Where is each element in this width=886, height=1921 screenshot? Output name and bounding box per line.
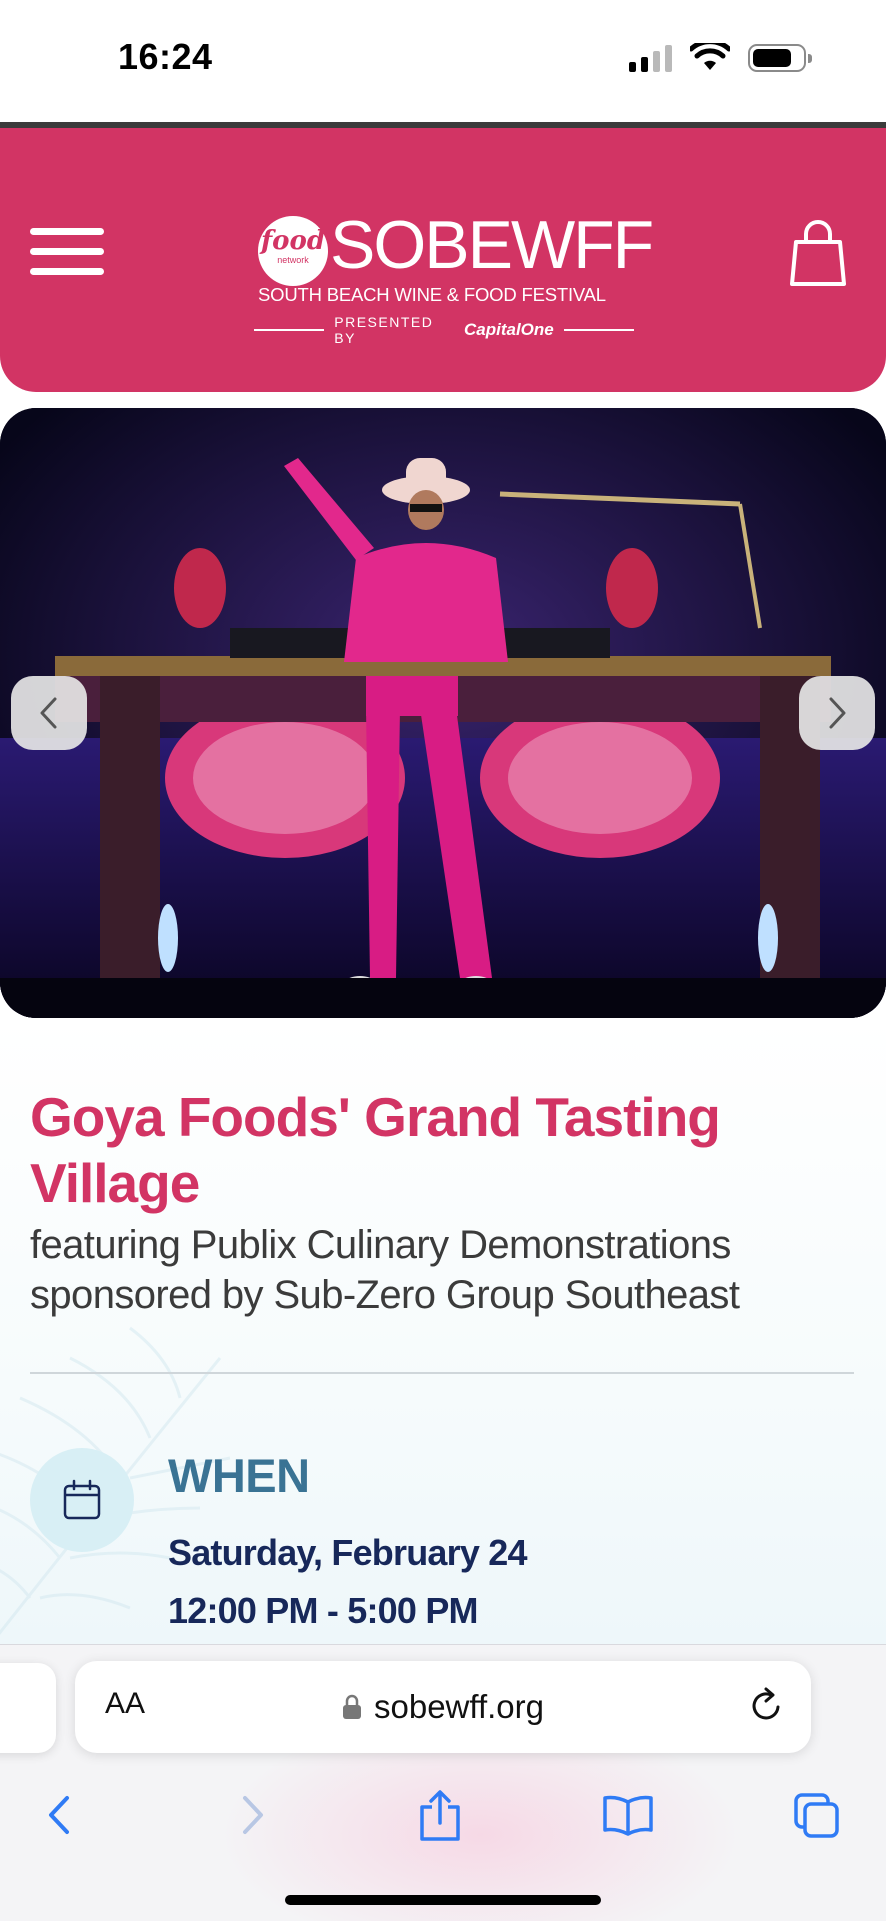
- sponsor-logo: CapitalOne: [464, 320, 554, 339]
- url-text: sobewff.org: [374, 1688, 544, 1725]
- logo-tagline: SOUTH BEACH WINE & FOOD FESTIVAL: [258, 284, 606, 305]
- event-title: Goya Foods' Grand Tasting Village: [30, 1086, 721, 1214]
- shopping-bag-icon[interactable]: [788, 220, 848, 288]
- carousel-next-button[interactable]: [799, 676, 875, 750]
- status-icons: [629, 42, 812, 74]
- calendar-icon: [63, 1479, 101, 1520]
- section-divider: [30, 1372, 854, 1374]
- home-indicator[interactable]: [285, 1895, 601, 1905]
- event-details: Goya Foods' Grand Tasting Village featur…: [0, 1018, 886, 1644]
- event-time: 12:00 PM - 5:00 PM: [168, 1590, 479, 1631]
- previous-tab-preview[interactable]: [0, 1663, 56, 1753]
- presented-by-label: PRESENTED BY: [334, 314, 434, 346]
- bookmarks-icon[interactable]: [598, 1785, 658, 1845]
- chevron-right-icon: [829, 697, 846, 729]
- hamburger-menu-icon[interactable]: [30, 228, 104, 282]
- when-heading: WHEN: [168, 1449, 310, 1502]
- chevron-left-icon: [40, 697, 57, 729]
- sobewff-logo[interactable]: food network SOBEWFF SOUTH BEACH WINE & …: [254, 188, 654, 348]
- wifi-icon: [690, 43, 730, 70]
- event-subtitle: featuring Publix Culinary Demonstrations…: [30, 1223, 740, 1317]
- back-icon[interactable]: [30, 1785, 90, 1845]
- hero-carousel[interactable]: [0, 408, 886, 1018]
- share-icon[interactable]: [410, 1785, 470, 1845]
- cellular-signal-icon: [629, 44, 672, 72]
- lock-icon: [343, 1694, 361, 1719]
- url-display[interactable]: sobewff.org: [75, 1661, 811, 1753]
- logo-presented-by: PRESENTED BY CapitalOne: [254, 314, 634, 346]
- calendar-icon-badge: [30, 1448, 134, 1552]
- tabs-icon[interactable]: [786, 1785, 846, 1845]
- status-time: 16:24: [118, 36, 213, 77]
- carousel-prev-button[interactable]: [11, 676, 87, 750]
- browser-toolbar: [0, 1775, 886, 1875]
- browser-chrome: AA sobewff.org: [0, 1644, 886, 1921]
- food-network-badge: food network: [258, 216, 328, 286]
- hero-image: [0, 408, 886, 1018]
- event-date: Saturday, February 24: [168, 1532, 527, 1573]
- battery-icon: [748, 44, 812, 72]
- reload-icon[interactable]: [745, 1685, 787, 1727]
- logo-wordmark: SOBEWFF: [330, 207, 654, 283]
- site-header: food network SOBEWFF SOUTH BEACH WINE & …: [0, 128, 886, 392]
- forward-icon[interactable]: [222, 1785, 282, 1845]
- status-bar: 16:24: [0, 0, 886, 120]
- address-bar[interactable]: AA sobewff.org: [75, 1661, 811, 1753]
